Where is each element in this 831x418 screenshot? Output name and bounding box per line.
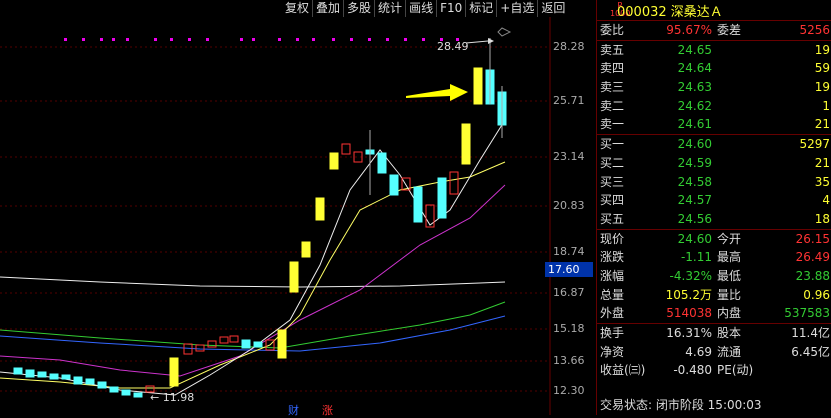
axis-label: 16.87 bbox=[553, 286, 585, 299]
tb-tongji-button[interactable]: 统计 bbox=[374, 0, 405, 17]
quote-panel: R 1000 000032 深桑达Ａ 委比 95.67% 委差 5256 卖五 24.6… bbox=[596, 0, 831, 415]
trade-status: 交易状态: 闭市阶段 15:00:03 bbox=[600, 398, 762, 412]
ma-line-yellow bbox=[0, 161, 506, 389]
tb-zixuan-button[interactable]: +自选 bbox=[496, 0, 537, 17]
quote-row: 涨幅 -4.32% 最低 23.88 bbox=[600, 268, 830, 283]
sell-row: 卖一 24.61 21 bbox=[597, 115, 831, 136]
tb-back-button[interactable]: 返回 bbox=[537, 0, 568, 17]
tb-biaoji-button[interactable]: 标记 bbox=[465, 0, 496, 17]
event-dots bbox=[64, 38, 459, 41]
sell-row: 卖四 24.64 59 bbox=[600, 61, 830, 76]
sell-row: 卖三 24.63 19 bbox=[600, 80, 830, 95]
axis-label: 13.66 bbox=[553, 354, 585, 367]
fundamental-stats: 换手 16.31% 股本 11.4亿 净资 4.69 流通 6.45亿 收益(㈢) -0.48… bbox=[597, 324, 831, 380]
tb-fuquan-button[interactable]: 复权 bbox=[282, 0, 312, 17]
weibi-row: 委比 95.67% 委差 5256 bbox=[597, 21, 831, 41]
stat-row: 净资 4.69 流通 6.45亿 bbox=[600, 344, 830, 359]
axis-label: 28.28 bbox=[553, 40, 585, 53]
ma-line-flat bbox=[0, 276, 506, 288]
current-price-tag: 17.60 bbox=[545, 262, 593, 277]
quote-row: 涨跌 -1.11 最高 26.49 bbox=[600, 250, 830, 265]
buy-row: 买二 24.59 21 bbox=[600, 155, 830, 170]
sell-row: 卖五 24.65 19 bbox=[600, 42, 830, 57]
buy-row: 买五 24.56 18 bbox=[597, 210, 831, 230]
sell-row: 卖二 24.62 1 bbox=[600, 98, 830, 113]
axis-label: 18.74 bbox=[553, 245, 585, 258]
buy-row: 买一 24.60 5297 bbox=[600, 137, 830, 152]
stat-row: 换手 16.31% 股本 11.4亿 bbox=[600, 326, 830, 340]
ma-line-white bbox=[0, 119, 506, 396]
buy-row: 买三 24.58 35 bbox=[600, 174, 830, 189]
chart-toolbar: 复权 叠加 多股 统计 画线 F10 标记 +自选 返回 bbox=[282, 0, 569, 17]
axis-label: 15.18 bbox=[553, 322, 585, 335]
tb-huaxian-button[interactable]: 画线 bbox=[405, 0, 436, 17]
kline-chart[interactable] bbox=[0, 0, 595, 415]
axis-label: 20.83 bbox=[553, 199, 585, 212]
stock-title: 000032 深桑达Ａ bbox=[617, 5, 723, 20]
quote-stats: 现价 24.60 今开 26.15 涨跌 -1.11 最高 26.49 涨幅 -4.32% 最低… bbox=[597, 230, 831, 324]
buy-book: 买一 24.60 5297 买二 24.59 21 买三 24.58 35 买四 24.57 4… bbox=[597, 135, 831, 230]
buy-row: 买四 24.57 4 bbox=[600, 193, 830, 208]
kline-chart-area[interactable]: 复权 叠加 多股 统计 画线 F10 标记 +自选 返回 28.28 25.71… bbox=[0, 0, 595, 418]
stock-header: R 1000 000032 深桑达Ａ bbox=[597, 0, 831, 21]
zhang-marker[interactable]: 涨 bbox=[322, 402, 333, 418]
axis-label: 25.71 bbox=[553, 94, 585, 107]
axis-label: 12.30 bbox=[553, 384, 585, 397]
quote-row: 外盘 514038 内盘 537583 bbox=[597, 304, 831, 324]
low-annotation: ← 11.98 bbox=[150, 391, 195, 404]
quote-row: 总量 105.2万 量比 0.96 bbox=[600, 287, 830, 302]
tb-diejia-button[interactable]: 叠加 bbox=[312, 0, 343, 17]
ma-line-blue bbox=[0, 315, 506, 352]
quote-row: 现价 24.60 今开 26.15 bbox=[600, 231, 830, 246]
high-annotation: 28.49 bbox=[437, 40, 469, 53]
sell-book: 卖五 24.65 19 卖四 24.64 59 卖三 24.63 19 卖二 24.62 1 卖… bbox=[597, 41, 831, 136]
cai-marker[interactable]: 财 bbox=[288, 402, 299, 418]
stat-row: 收益(㈢) -0.480 PE(动) bbox=[600, 363, 754, 378]
tb-duogu-button[interactable]: 多股 bbox=[343, 0, 374, 17]
axis-label: 23.14 bbox=[553, 150, 585, 163]
low-value: 11.98 bbox=[162, 391, 195, 404]
highlight-arrow bbox=[406, 84, 468, 101]
tb-f10-button[interactable]: F10 bbox=[436, 0, 465, 17]
